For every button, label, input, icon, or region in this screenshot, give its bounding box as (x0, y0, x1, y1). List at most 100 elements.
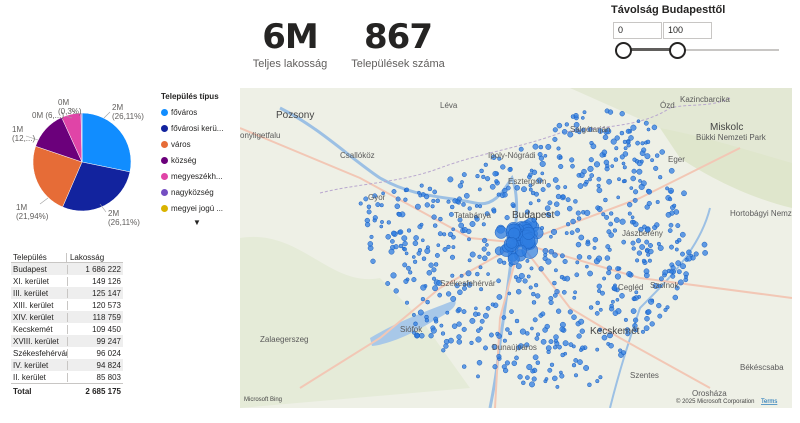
settlement-bubble[interactable] (475, 173, 480, 179)
settlement-bubble[interactable] (380, 220, 384, 224)
settlement-bubble[interactable] (555, 308, 562, 314)
table-header[interactable]: Település Lakosság (11, 244, 123, 263)
settlement-bubble[interactable] (619, 111, 625, 117)
legend-scroll-down-icon[interactable]: ▼ (193, 218, 236, 227)
settlement-bubble[interactable] (572, 295, 577, 300)
settlement-bubble[interactable] (500, 164, 506, 170)
settlement-bubble[interactable] (364, 217, 370, 224)
settlement-bubble[interactable] (595, 379, 600, 384)
settlement-bubble[interactable] (420, 284, 427, 291)
settlement-bubble[interactable] (370, 258, 376, 264)
settlement-bubble[interactable] (536, 198, 541, 203)
settlement-bubble[interactable] (451, 227, 456, 232)
settlement-bubble[interactable] (643, 120, 649, 126)
settlement-bubble[interactable] (619, 293, 625, 299)
settlement-bubble[interactable] (432, 223, 438, 228)
settlement-bubble[interactable] (477, 254, 482, 259)
settlement-bubble[interactable] (483, 345, 488, 351)
settlement-bubble[interactable] (406, 228, 412, 233)
settlement-bubble[interactable] (606, 270, 612, 276)
settlement-bubble[interactable] (630, 124, 637, 131)
pie-chart-svg[interactable]: 2M(26,11%)2M(26,11%)1M(21,94%)1M(12,...)… (0, 92, 160, 232)
settlement-bubble[interactable] (437, 231, 443, 237)
table-row[interactable]: XIII. kerület 120 573 (11, 299, 123, 311)
settlement-bubble[interactable] (502, 260, 507, 265)
settlement-bubble[interactable] (646, 189, 653, 195)
settlement-bubble[interactable] (542, 327, 548, 333)
settlement-bubble[interactable] (509, 309, 514, 314)
settlement-bubble[interactable] (432, 285, 439, 292)
settlement-bubble[interactable] (490, 302, 495, 307)
settlement-bubble[interactable] (630, 308, 637, 314)
settlement-bubble[interactable] (564, 122, 569, 127)
settlement-bubble[interactable] (644, 239, 650, 245)
settlement-bubble[interactable] (406, 265, 411, 271)
settlement-bubble[interactable] (428, 262, 434, 268)
settlement-bubble[interactable] (554, 288, 560, 295)
settlement-bubble[interactable] (476, 359, 483, 366)
settlement-bubble[interactable] (430, 327, 437, 334)
settlement-bubble[interactable] (576, 254, 583, 260)
settlement-bubble[interactable] (659, 149, 665, 155)
settlement-bubble[interactable] (417, 309, 424, 316)
settlement-bubble[interactable] (539, 160, 546, 167)
distance-slicer[interactable]: Távolság Budapesttől 0 100 (611, 4, 791, 59)
settlement-bubble[interactable] (650, 158, 655, 163)
settlement-bubble[interactable] (670, 265, 676, 271)
settlement-bubble[interactable] (626, 271, 633, 277)
settlement-bubble[interactable] (482, 255, 488, 262)
settlement-bubble[interactable] (680, 263, 686, 270)
settlement-bubble[interactable] (584, 209, 591, 216)
pie-slice[interactable] (81, 112, 132, 173)
settlement-bubble[interactable] (388, 248, 395, 255)
table-row[interactable]: II. kerület 85 803 (11, 371, 123, 383)
settlement-bubble[interactable] (646, 252, 651, 257)
settlement-bubble[interactable] (553, 334, 559, 340)
settlement-bubble[interactable] (456, 334, 462, 340)
settlement-bubble[interactable] (539, 226, 545, 231)
table-row[interactable]: IV. kerület 94 824 (11, 359, 123, 371)
settlement-bubble[interactable] (474, 306, 478, 311)
settlement-bubble[interactable] (680, 251, 685, 257)
settlement-bubble[interactable] (635, 140, 640, 146)
settlement-bubble[interactable] (494, 179, 499, 184)
settlement-bubble[interactable] (530, 326, 534, 331)
legend-item[interactable]: főváros (161, 104, 236, 120)
settlement-bubble[interactable] (552, 127, 558, 133)
pie-legend[interactable]: Település típus főváros fővárosi kerü... v… (161, 92, 236, 227)
settlement-bubble[interactable] (450, 295, 457, 302)
settlement-bubble[interactable] (461, 309, 467, 315)
settlement-bubble[interactable] (479, 168, 484, 174)
settlement-bubble[interactable] (431, 267, 437, 273)
settlement-bubble[interactable] (597, 288, 602, 294)
settlement-bubble[interactable] (494, 226, 508, 239)
settlement-bubble[interactable] (602, 276, 607, 281)
settlement-bubble[interactable] (394, 203, 401, 210)
settlement-bubble[interactable] (451, 234, 456, 240)
settlement-bubble[interactable] (526, 274, 531, 279)
settlement-bubble[interactable] (507, 291, 512, 296)
settlement-bubble[interactable] (674, 247, 679, 252)
settlement-bubble[interactable] (552, 177, 559, 183)
settlement-bubble[interactable] (636, 168, 643, 175)
settlement-bubble[interactable] (437, 292, 443, 298)
settlement-bubble[interactable] (404, 187, 410, 193)
column-header-population[interactable]: Lakosság (65, 253, 123, 262)
settlement-bubble[interactable] (684, 274, 688, 279)
settlement-bubble[interactable] (595, 300, 600, 306)
settlement-bubble[interactable] (515, 288, 522, 295)
settlement-bubble[interactable] (458, 222, 465, 229)
settlement-bubble[interactable] (538, 266, 544, 272)
settlement-bubble[interactable] (630, 240, 636, 246)
table-row[interactable]: Székesfehérvár 96 024 (11, 347, 123, 359)
settlement-bubble[interactable] (654, 153, 660, 158)
settlement-bubble[interactable] (491, 209, 497, 214)
settlement-bubble[interactable] (565, 222, 571, 227)
settlement-bubble[interactable] (625, 128, 631, 134)
settlement-bubble[interactable] (517, 374, 523, 380)
settlement-bubble[interactable] (639, 244, 645, 250)
settlement-bubble[interactable] (638, 179, 642, 183)
settlement-bubble[interactable] (675, 260, 682, 266)
settlement-bubble[interactable] (433, 316, 439, 322)
settlement-bubble[interactable] (456, 306, 462, 313)
